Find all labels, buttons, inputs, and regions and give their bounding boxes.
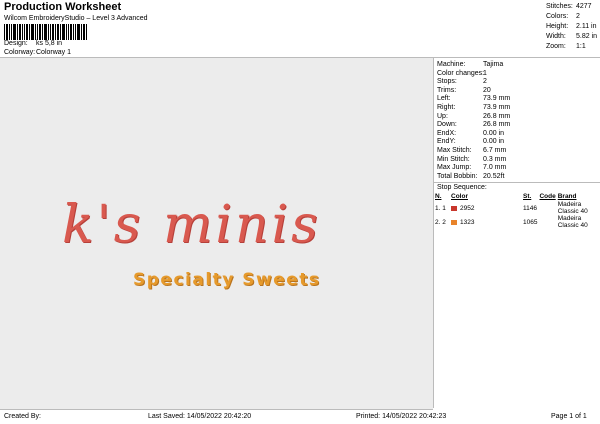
machine-info-row: Trims: 20 [434, 87, 600, 96]
machine-info-row: Total Bobbin: 20.52ft [434, 173, 600, 182]
stitches-value: 4277 [576, 3, 592, 10]
machine-info-value: 0.00 in [483, 129, 505, 137]
machine-info-row: Stops: 2 [434, 78, 600, 87]
machine-info-row: EndX: 0.00 in [434, 130, 600, 139]
stop-code [538, 201, 556, 215]
col-brand: Brand [557, 193, 577, 201]
machine-info-row: Color changes:1 [434, 70, 600, 79]
machine-info-row: EndY: 0.00 in [434, 138, 600, 147]
stop-row: 2. 2 1323 1065 Madeira Classic 40 [434, 215, 600, 229]
design-label: Design: [4, 40, 28, 47]
machine-info-row: Right: 73.9 mm [434, 104, 600, 113]
machine-info-row: Down: 26.8 mm [434, 121, 600, 130]
col-st: St. [523, 193, 532, 201]
barcode-icon [4, 24, 87, 40]
machine-info-row: Up: 26.8 mm [434, 113, 600, 122]
color-swatch [451, 205, 457, 211]
height-value: 2.11 in [576, 23, 597, 30]
stitches-label: Stitches: [546, 3, 573, 10]
machine-info-value: 6.7 mm [483, 146, 507, 154]
machine-info-label: EndX: [437, 129, 457, 137]
machine-info-label: Max Stitch: [437, 146, 472, 154]
machine-info-row: Max Stitch: 6.7 mm [434, 147, 600, 156]
zoom-label: Zoom: [546, 43, 566, 50]
stop-color: 2952 [450, 201, 522, 215]
stop-color: 1323 [450, 215, 522, 229]
stop-sequence-table: N. Color St. Code Brand 1. 1 2952 1146 Made… [434, 192, 600, 229]
machine-info-label: Left: [437, 95, 451, 103]
design-stats: Stitches: 4277 Colors: 2 Height: 2.11 in Wi… [546, 2, 597, 52]
machine-info-label: Machine: [437, 61, 466, 68]
page-number: Page 1 of 1 [551, 413, 587, 420]
footer: Created By: Last Saved: 14/05/2022 20:42… [0, 410, 600, 424]
zoom-value: 1:1 [576, 43, 586, 50]
machine-info-label: Max Jump: [437, 164, 472, 172]
colors-label: Colors: [546, 13, 569, 20]
machine-info-value: 73.9 mm [483, 95, 511, 103]
colors-value: 2 [576, 13, 580, 20]
machine-info-panel: Machine: Tajima Color changes:1 Stops: 2 Trim… [433, 57, 600, 408]
machine-info-label: Stops: [437, 78, 457, 86]
machine-info-label: Total Bobbin: [437, 172, 478, 180]
stop-stitches: 1146 [523, 204, 537, 212]
stop-n: 2. 2 [435, 218, 446, 226]
stop-n: 1. 1 [435, 204, 446, 212]
machine-info-row: Machine: Tajima [434, 61, 600, 70]
stop-brand: Madeira Classic 40 [557, 215, 588, 230]
machine-info-value: 26.8 mm [483, 112, 511, 120]
embroidery-sub-text: Specialty Sweets [133, 270, 321, 290]
machine-info-label: Color changes: [437, 69, 485, 77]
machine-info-row: Max Jump: 7.0 mm [434, 164, 600, 173]
design-value: ks 5,8 in [36, 40, 63, 47]
machine-info-label: Min Stitch: [437, 155, 470, 163]
page-title: Production Worksheet [4, 1, 122, 13]
width-label: Width: [546, 33, 566, 40]
machine-info-label: Trims: [437, 86, 457, 94]
colorway-row: Colorway:Colorway 1 [4, 49, 71, 56]
software-subtitle: Wilcom EmbroideryStudio – Level 3 Advanc… [4, 15, 148, 22]
machine-info-label: Right: [437, 103, 456, 111]
machine-info-value: 1 [483, 69, 487, 77]
machine-info-label: Up: [437, 112, 448, 120]
col-n: N. [435, 193, 442, 201]
machine-info-label: EndY: [437, 138, 456, 146]
width-value: 5.82 in [576, 33, 598, 40]
created-by: Created By: [4, 413, 41, 420]
machine-info-value: 73.9 mm [483, 103, 511, 111]
machine-info-value: 20.52ft [483, 172, 505, 180]
design-row: Design: ks 5,8 in [4, 40, 62, 47]
machine-info-value: 0.3 mm [483, 155, 507, 163]
col-code: Code [539, 193, 556, 201]
machine-info-row: Min Stitch: 0.3 mm [434, 156, 600, 165]
height-label: Height: [546, 23, 569, 30]
col-color: Color [451, 193, 468, 201]
machine-info-label: Down: [437, 121, 457, 129]
machine-info-value: 0.00 in [483, 138, 505, 146]
printed-date: Printed: 14/05/2022 20:42:23 [356, 413, 447, 420]
stop-stitches: 1065 [523, 218, 538, 226]
stop-brand: Madeira Classic 40 [557, 201, 588, 216]
embroidery-main-text: k's minis [62, 195, 321, 255]
machine-info-row: Left: 73.9 mm [434, 95, 600, 104]
machine-info-value: 7.0 mm [483, 164, 507, 172]
color-swatch [451, 219, 457, 225]
machine-info-value: 26.8 mm [483, 121, 511, 129]
stop-code [538, 215, 556, 229]
machine-info-value: 20 [483, 86, 491, 94]
stop-sequence-title: Stop Sequence: [437, 184, 487, 192]
colorway-value: Colorway 1 [36, 49, 72, 56]
colorway-label: Colorway: [4, 49, 36, 56]
machine-info-value: 2 [483, 78, 487, 86]
last-saved: Last Saved: 14/05/2022 20:42:20 [148, 413, 252, 420]
stop-row: 1. 1 2952 1146 Madeira Classic 40 [434, 201, 600, 215]
machine-info-list: Machine: Tajima Color changes:1 Stops: 2 Trim… [434, 61, 600, 181]
machine-info-value: Tajima [483, 61, 504, 68]
